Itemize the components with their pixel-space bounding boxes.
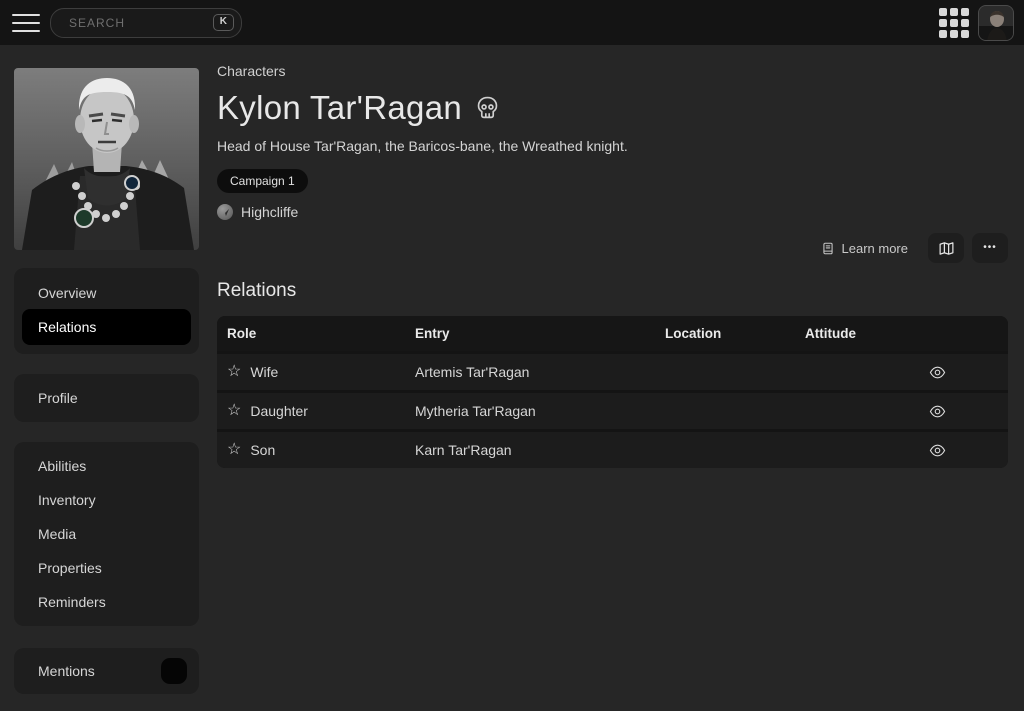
- sidebar-item-media[interactable]: Media: [22, 517, 191, 551]
- table-row: ☆ Son Karn Tar'Ragan: [217, 432, 1008, 468]
- mentions-toggle[interactable]: [161, 658, 187, 684]
- ellipsis-icon: •••: [983, 245, 997, 251]
- header-actions: Learn more •••: [217, 233, 1008, 263]
- sidebar-item-overview[interactable]: Overview: [22, 277, 191, 309]
- skull-icon: [475, 95, 500, 121]
- learn-more-link[interactable]: Learn more: [821, 241, 908, 256]
- relations-heading: Relations: [217, 280, 1008, 302]
- book-icon: [821, 241, 835, 256]
- page-title: Kylon Tar'Ragan: [217, 89, 462, 127]
- column-header-location: Location: [655, 326, 795, 341]
- search-box[interactable]: K: [50, 8, 242, 38]
- app-grid-icon[interactable]: [938, 7, 970, 39]
- main-content: Characters Kylon Tar'Ragan Head of House…: [217, 58, 1008, 694]
- relations-table-header: Role Entry Location Attitude: [217, 316, 1008, 351]
- table-row: ☆ Daughter Mytheria Tar'Ragan: [217, 393, 1008, 429]
- sidebar-item-reminders[interactable]: Reminders: [22, 585, 191, 619]
- mentions-label: Mentions: [22, 663, 95, 679]
- search-input[interactable]: [69, 16, 213, 30]
- user-avatar[interactable]: [978, 5, 1014, 41]
- map-icon: [938, 240, 955, 257]
- table-row: ☆ Wife Artemis Tar'Ragan: [217, 354, 1008, 390]
- hamburger-menu-icon[interactable]: [12, 14, 40, 32]
- location-link[interactable]: Highcliffe: [217, 204, 1008, 220]
- location-name: Highcliffe: [241, 204, 298, 220]
- sidebar-item-abilities[interactable]: Abilities: [22, 449, 191, 483]
- sidebar-item-properties[interactable]: Properties: [22, 551, 191, 585]
- column-header-entry: Entry: [405, 326, 655, 341]
- sidebar-nav-sections: Abilities Inventory Media Properties Rem…: [14, 442, 199, 626]
- relation-role: Wife: [250, 364, 278, 380]
- star-icon[interactable]: ☆: [227, 403, 241, 419]
- relation-role: Daughter: [250, 403, 308, 419]
- breadcrumb[interactable]: Characters: [217, 63, 285, 79]
- sidebar: Overview Relations Profile Abilities Inv…: [14, 58, 199, 694]
- relation-entry[interactable]: Karn Tar'Ragan: [405, 442, 655, 458]
- map-button[interactable]: [928, 233, 964, 263]
- more-options-button[interactable]: •••: [972, 233, 1008, 263]
- relation-entry[interactable]: Artemis Tar'Ragan: [405, 364, 655, 380]
- sidebar-item-relations[interactable]: Relations: [22, 309, 191, 345]
- sidebar-item-profile[interactable]: Profile: [22, 382, 191, 414]
- visibility-eye-icon[interactable]: [929, 364, 946, 381]
- star-icon[interactable]: ☆: [227, 442, 241, 458]
- column-header-attitude: Attitude: [795, 326, 925, 341]
- character-portrait-image: [14, 68, 199, 250]
- column-header-role: Role: [217, 326, 405, 341]
- location-thumbnail-icon: [217, 204, 233, 220]
- sidebar-nav-main: Overview Relations: [14, 268, 199, 354]
- visibility-eye-icon[interactable]: [929, 403, 946, 420]
- relations-table: Role Entry Location Attitude ☆ Wife Arte…: [217, 316, 1008, 468]
- search-shortcut-key: K: [213, 14, 234, 31]
- sidebar-nav-profile: Profile: [14, 374, 199, 422]
- visibility-eye-icon[interactable]: [929, 442, 946, 459]
- learn-more-label: Learn more: [842, 241, 908, 256]
- star-icon[interactable]: ☆: [227, 364, 241, 380]
- sidebar-item-inventory[interactable]: Inventory: [22, 483, 191, 517]
- topbar: K: [0, 0, 1024, 45]
- relation-entry[interactable]: Mytheria Tar'Ragan: [405, 403, 655, 419]
- mentions-card: Mentions: [14, 648, 199, 694]
- character-subtitle: Head of House Tar'Ragan, the Baricos-ban…: [217, 138, 1008, 154]
- campaign-badge[interactable]: Campaign 1: [217, 169, 308, 193]
- relation-role: Son: [250, 442, 275, 458]
